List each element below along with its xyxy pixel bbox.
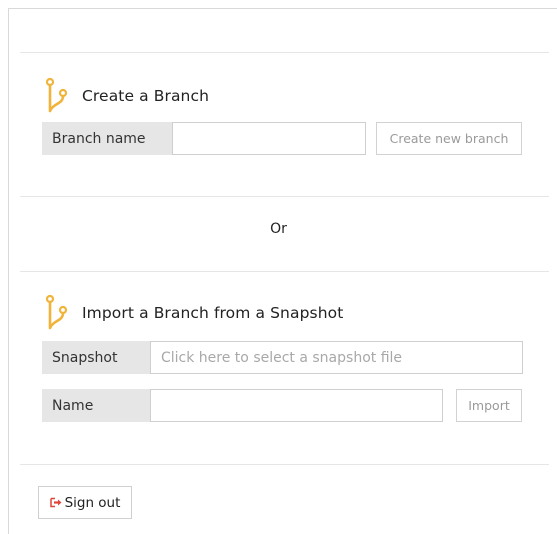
name-row: Name: [42, 389, 443, 422]
branch-name-row: Branch name: [42, 122, 366, 155]
snapshot-row: Snapshot: [42, 341, 523, 374]
sign-out-button[interactable]: Sign out: [38, 486, 132, 519]
sign-out-icon: [49, 497, 62, 508]
snapshot-file-input[interactable]: [150, 341, 523, 374]
name-label: Name: [42, 389, 150, 422]
create-branch-title: Create a Branch: [82, 87, 210, 105]
branch-name-input[interactable]: [172, 122, 366, 155]
create-new-branch-button[interactable]: Create new branch: [376, 122, 522, 155]
git-branch-icon: [45, 294, 68, 330]
import-branch-header: Import a Branch from a Snapshot: [44, 294, 343, 332]
sign-out-label: Sign out: [64, 494, 121, 511]
divider-top: [20, 52, 549, 53]
or-divider-text: Or: [270, 221, 287, 237]
create-branch-header: Create a Branch: [44, 77, 209, 115]
branch-name-label: Branch name: [42, 122, 172, 155]
divider-middle-top: [20, 196, 549, 197]
import-branch-title: Import a Branch from a Snapshot: [82, 304, 344, 322]
import-button[interactable]: Import: [456, 389, 522, 422]
git-branch-icon: [45, 77, 68, 113]
divider-middle-bottom: [20, 271, 549, 272]
divider-bottom: [20, 464, 549, 465]
snapshot-label: Snapshot: [42, 341, 150, 374]
name-input[interactable]: [150, 389, 443, 422]
